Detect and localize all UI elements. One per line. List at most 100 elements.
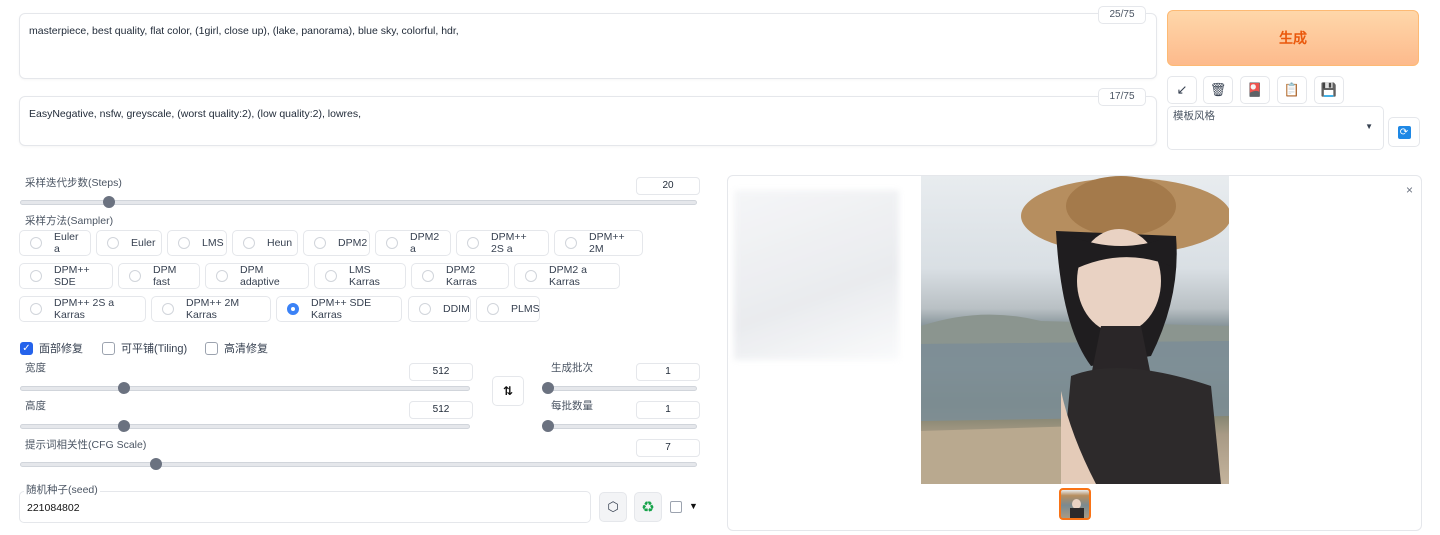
batch-size-slider[interactable] (542, 420, 697, 432)
sampler-option-label: DPM2 a (410, 231, 440, 255)
radio-button[interactable] (419, 303, 431, 315)
sampler-option[interactable]: Euler a (19, 230, 91, 256)
sampler-option-label: DPM++ 2S a (491, 231, 527, 255)
sampler-option[interactable]: DPM++ 2M Karras (151, 296, 271, 322)
radio-button[interactable] (30, 270, 42, 282)
sampler-option[interactable]: LMS (167, 230, 227, 256)
swap-dimensions-button[interactable]: ⇅ (492, 376, 524, 406)
radio-button[interactable] (178, 237, 190, 249)
height-slider-handle[interactable] (118, 420, 131, 432)
cfg-scale-slider-handle[interactable] (150, 458, 162, 470)
sampler-option[interactable]: DPM adaptive (205, 263, 309, 289)
sampler-option[interactable]: LMS Karras (314, 263, 406, 289)
checkbox-box[interactable]: ✓ (20, 341, 33, 355)
tool-button-save[interactable]: 💾 (1314, 76, 1344, 104)
tool-button-card[interactable]: 🎴 (1240, 76, 1270, 104)
seed-field[interactable]: 221084802 (19, 491, 591, 523)
tool-button-arrow[interactable]: ↙ (1167, 76, 1197, 104)
sampler-option-label: DPM2 Karras (446, 264, 477, 288)
sampler-option[interactable]: DPM++ 2S a (456, 230, 549, 256)
checkbox-box[interactable] (205, 341, 218, 355)
radio-button[interactable] (525, 270, 537, 282)
cfg-scale-label: 提示词相关性(CFG Scale) (25, 439, 147, 451)
recycle-icon: ♻ (641, 499, 655, 516)
sampler-option[interactable]: DPM++ 2M (554, 230, 643, 256)
clipboard-icon: 📋 (1283, 82, 1301, 97)
sampler-option[interactable]: DPM2 (303, 230, 370, 256)
radio-button[interactable] (467, 237, 479, 249)
sampler-option[interactable]: DDIM (408, 296, 471, 322)
radio-button[interactable] (422, 270, 434, 282)
refresh-styles-button[interactable]: ⟳ (1388, 117, 1420, 147)
height-number-input[interactable]: 512 (409, 401, 473, 419)
dice-icon: ⬡ (607, 499, 619, 514)
swap-icon: ⇅ (502, 384, 514, 398)
generated-image[interactable] (921, 176, 1229, 484)
negative-prompt-input[interactable]: EasyNegative, nsfw, greyscale, (worst qu… (19, 96, 1157, 146)
styles-dropdown[interactable]: 模板风格 ▼ (1167, 106, 1384, 150)
checkbox-box[interactable] (102, 341, 115, 355)
batch-size-slider-handle[interactable] (542, 420, 554, 432)
radio-button[interactable] (243, 237, 255, 249)
steps-slider-handle[interactable] (102, 196, 115, 208)
gallery-thumbnail[interactable] (1059, 488, 1091, 520)
sampler-option[interactable]: Euler (96, 230, 162, 256)
radio-button[interactable] (107, 237, 119, 249)
seed-label: 随机种子(seed) (24, 482, 100, 497)
prompt-text: masterpiece, best quality, flat color, (… (29, 25, 459, 37)
radio-button[interactable] (30, 303, 42, 315)
radio-button[interactable] (314, 237, 326, 249)
close-icon[interactable]: × (1406, 183, 1413, 197)
radio-button[interactable] (487, 303, 499, 315)
radio-button[interactable] (162, 303, 174, 315)
width-slider[interactable] (20, 382, 470, 394)
prompt-input[interactable]: masterpiece, best quality, flat color, (… (19, 13, 1157, 79)
sampler-option[interactable]: DPM2 a (375, 230, 451, 256)
sampler-option[interactable]: DPM++ SDE Karras (276, 296, 402, 322)
extra-seed-checkbox[interactable] (670, 501, 682, 513)
sampler-option[interactable]: DPM++ SDE (19, 263, 113, 289)
random-seed-button[interactable]: ⬡ (599, 492, 627, 522)
batch-count-slider-handle[interactable] (542, 382, 554, 394)
batch-count-slider[interactable] (542, 382, 697, 394)
radio-button[interactable] (216, 270, 228, 282)
styles-label: 模板风格 (1173, 110, 1215, 122)
batch-size-number-input[interactable]: 1 (636, 401, 700, 419)
generate-button[interactable]: 生成 (1167, 10, 1419, 66)
radio-button[interactable] (325, 270, 337, 282)
tool-button-clipboard[interactable]: 📋 (1277, 76, 1307, 104)
tool-button-trash[interactable]: 🗑 (1203, 76, 1233, 104)
height-slider[interactable] (20, 420, 470, 432)
sampler-option[interactable]: DPM2 a Karras (514, 263, 620, 289)
steps-slider[interactable] (20, 196, 697, 208)
sampler-option-label: DPM2 (338, 237, 368, 249)
sampler-option[interactable]: DPM++ 2S a Karras (19, 296, 146, 322)
checkbox-1[interactable]: 可平铺(Tiling) (102, 340, 187, 356)
sampler-option[interactable]: PLMS (476, 296, 540, 322)
sampler-option-label: PLMS (511, 303, 540, 315)
steps-number-input[interactable]: 20 (636, 177, 700, 195)
sampler-option-label: DPM++ SDE Karras (311, 297, 372, 321)
width-slider-handle[interactable] (118, 382, 131, 394)
radio-button[interactable] (129, 270, 141, 282)
height-label: 高度 (25, 400, 46, 412)
prompt-token-counter: 25/75 (1098, 6, 1146, 24)
cfg-scale-slider[interactable] (20, 458, 697, 470)
refresh-icon: ⟳ (1397, 125, 1411, 139)
radio-button[interactable] (565, 237, 577, 249)
checkbox-2[interactable]: 高清修复 (205, 340, 268, 356)
radio-button[interactable] (30, 237, 42, 249)
width-number-input[interactable]: 512 (409, 363, 473, 381)
reuse-seed-button[interactable]: ♻ (634, 492, 662, 522)
radio-button[interactable] (386, 237, 398, 249)
sampler-option[interactable]: DPM fast (118, 263, 200, 289)
card-icon: 🎴 (1246, 82, 1264, 97)
cfg-scale-number-input[interactable]: 7 (636, 439, 700, 457)
extra-seed-toggle-icon[interactable]: ▼ (689, 501, 698, 511)
checkbox-0[interactable]: ✓ 面部修复 (20, 340, 83, 356)
batch-count-number-input[interactable]: 1 (636, 363, 700, 381)
sampler-option[interactable]: Heun (232, 230, 298, 256)
sampler-option[interactable]: DPM2 Karras (411, 263, 509, 289)
seed-value: 221084802 (27, 502, 80, 514)
radio-button[interactable] (287, 303, 299, 315)
